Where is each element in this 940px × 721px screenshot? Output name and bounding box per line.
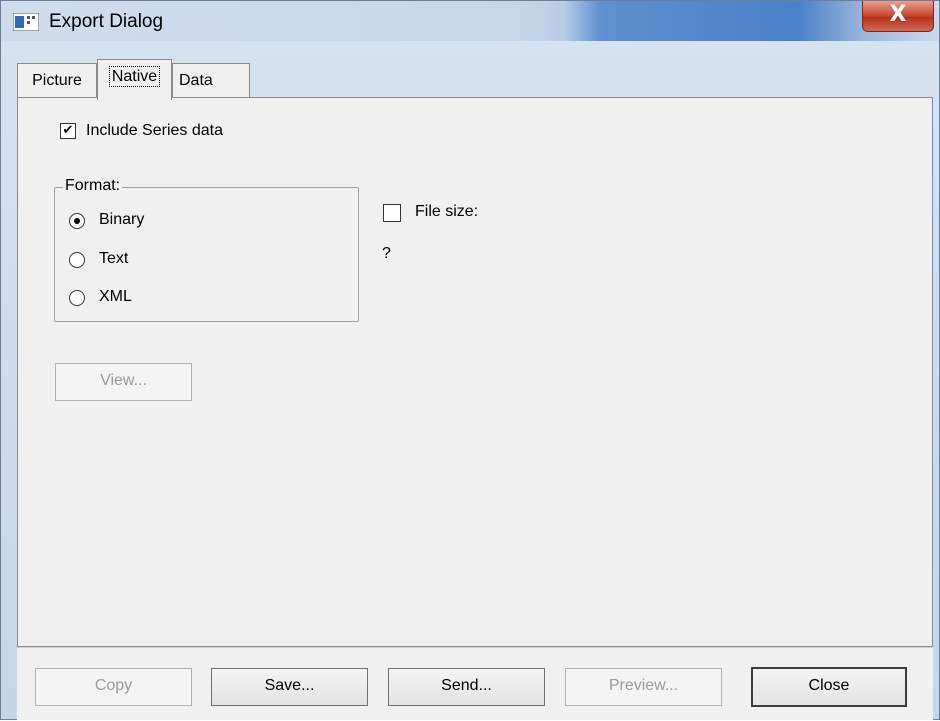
dialog-button-bar: Copy Save... Send... Preview... Close — [17, 647, 933, 720]
native-tab-panel: ✔ Include Series data Format: Binary Tex… — [17, 97, 933, 647]
tab-picture[interactable]: Picture — [17, 63, 97, 99]
save-button[interactable]: Save... — [211, 668, 368, 706]
window-title: Export Dialog — [49, 11, 164, 32]
file-size-value: ? — [382, 245, 391, 262]
tab-native-label: Native — [108, 66, 161, 87]
tab-native[interactable]: Native — [97, 59, 172, 100]
format-binary-label: Binary — [99, 211, 145, 228]
tab-strip: Picture Native Data — [17, 59, 933, 101]
tab-data-label: Data — [179, 72, 213, 89]
export-dialog-window: Export Dialog X Picture Native Data ✔ In… — [0, 0, 940, 720]
format-text-label: Text — [99, 250, 129, 267]
title-bar[interactable]: Export Dialog X — [1, 1, 939, 41]
close-window-button[interactable]: X — [862, 1, 934, 32]
include-series-checkbox[interactable]: ✔ — [60, 123, 76, 139]
file-size-label: File size: — [415, 203, 479, 220]
format-text-radio[interactable] — [69, 252, 85, 268]
tab-data[interactable]: Data — [172, 63, 250, 99]
view-button[interactable]: View... — [55, 363, 192, 401]
close-button[interactable]: Close — [751, 667, 907, 707]
format-xml-radio[interactable] — [69, 290, 85, 306]
app-icon — [13, 13, 39, 31]
file-size-checkbox[interactable] — [383, 204, 401, 222]
tab-picture-label: Picture — [32, 72, 82, 89]
copy-button[interactable]: Copy — [35, 668, 192, 706]
radio-selected-dot — [74, 218, 80, 224]
format-group-title: Format: — [63, 177, 123, 195]
include-series-label: Include Series data — [86, 122, 223, 139]
preview-button[interactable]: Preview... — [565, 668, 722, 706]
format-xml-label: XML — [99, 288, 132, 305]
format-binary-radio[interactable] — [69, 213, 85, 229]
send-button[interactable]: Send... — [388, 668, 545, 706]
format-groupbox: Format: Binary Text XML — [54, 177, 359, 322]
